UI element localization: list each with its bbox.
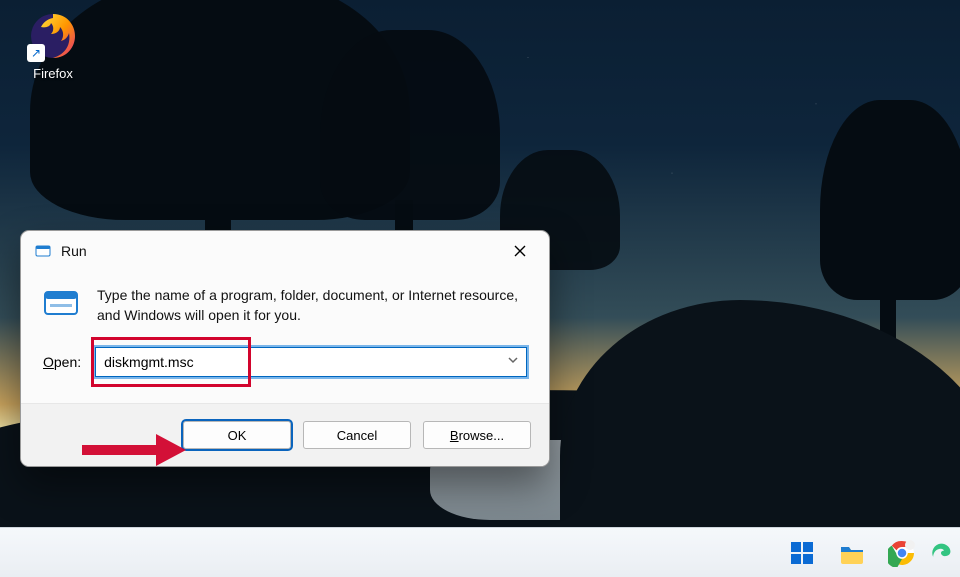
file-explorer-icon — [838, 539, 866, 567]
taskbar-start-button[interactable] — [780, 533, 824, 573]
dialog-button-row: OK Cancel Browse... — [21, 404, 549, 466]
chrome-icon — [888, 539, 916, 567]
desktop-icon-firefox[interactable]: ↗ Firefox — [18, 10, 88, 81]
taskbar — [0, 527, 960, 577]
edge-icon — [930, 539, 952, 567]
close-button[interactable] — [499, 236, 541, 266]
close-icon — [514, 245, 526, 257]
taskbar-file-explorer[interactable] — [830, 533, 874, 573]
windows-logo-icon — [788, 539, 816, 567]
run-app-icon — [35, 243, 51, 259]
taskbar-chrome[interactable] — [880, 533, 924, 573]
open-input[interactable] — [95, 347, 527, 377]
taskbar-edge[interactable] — [930, 533, 952, 573]
browse-button[interactable]: Browse... — [423, 421, 531, 449]
run-dialog: Run Type the name of a program, folder, … — [20, 230, 550, 467]
desktop[interactable]: ↗ Firefox Run Type the name of a program… — [0, 0, 960, 577]
title-bar[interactable]: Run — [21, 231, 549, 271]
desktop-icon-label: Firefox — [18, 66, 88, 81]
firefox-icon: ↗ — [27, 10, 79, 62]
run-large-icon — [43, 285, 79, 321]
ok-button[interactable]: OK — [183, 421, 291, 449]
dialog-description: Type the name of a program, folder, docu… — [97, 285, 527, 325]
shortcut-badge-icon: ↗ — [27, 44, 45, 62]
cancel-button[interactable]: Cancel — [303, 421, 411, 449]
dialog-title: Run — [61, 243, 499, 259]
open-label: Open: — [43, 354, 81, 370]
